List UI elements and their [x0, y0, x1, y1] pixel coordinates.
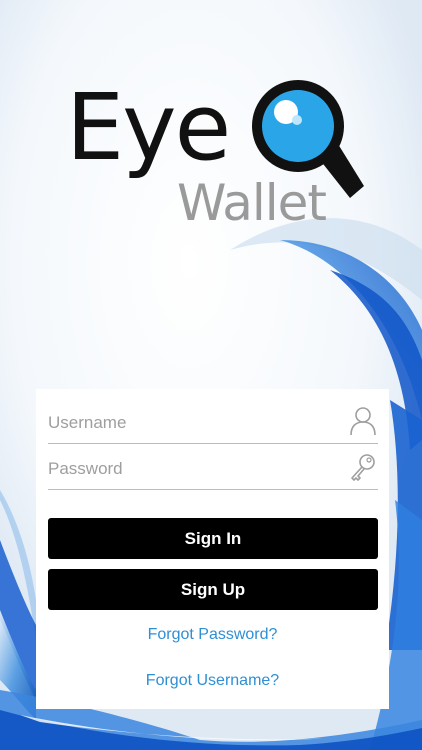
- password-input[interactable]: [48, 455, 338, 483]
- password-field: [48, 445, 378, 490]
- user-icon: [350, 407, 376, 436]
- sign-in-button[interactable]: Sign In: [48, 518, 378, 559]
- key-icon: [351, 454, 375, 481]
- login-card: Sign In Sign Up Forgot Password? Forgot …: [36, 389, 389, 709]
- app-logo: Eye Wallet: [0, 0, 422, 260]
- forgot-password-link[interactable]: Forgot Password?: [36, 626, 389, 644]
- forgot-username-link[interactable]: Forgot Username?: [36, 672, 389, 690]
- logo-eye-text: Eye: [66, 74, 231, 181]
- sign-up-button[interactable]: Sign Up: [48, 569, 378, 610]
- username-field: [48, 399, 378, 444]
- logo-wallet-text: Wallet: [177, 174, 327, 232]
- username-input[interactable]: [48, 409, 338, 437]
